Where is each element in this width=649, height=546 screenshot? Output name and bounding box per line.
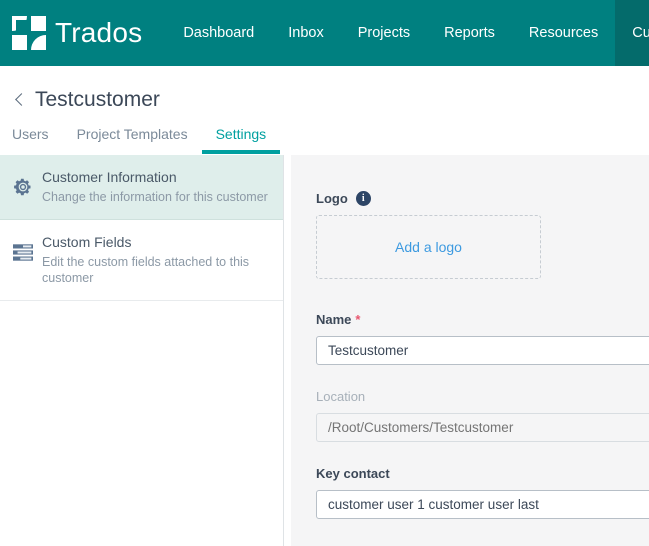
body-area: Customer Information Change the informat…	[0, 155, 649, 546]
info-icon[interactable]: i	[355, 191, 371, 206]
nav-item-projects[interactable]: Projects	[341, 0, 427, 66]
name-label: Name	[316, 312, 352, 327]
location-label: Location	[316, 389, 366, 404]
key-contact-label-row: Key contact	[316, 466, 649, 481]
logo-shape-top-right	[31, 16, 46, 31]
chevron-left-icon[interactable]	[13, 93, 27, 107]
customer-information-form: Logo i Add a logo Name * Location	[291, 155, 649, 546]
logo-shape-top-left	[12, 16, 27, 31]
breadcrumb: Testcustomer	[13, 89, 160, 110]
sidebar-item-title: Custom Fields	[42, 234, 132, 250]
field-logo: Logo i Add a logo	[316, 191, 649, 279]
brand-logo-link[interactable]: Trados	[12, 0, 142, 66]
sidebar-item-text: Customer Information Change the informat…	[38, 169, 273, 205]
tab-users[interactable]: Users	[12, 126, 63, 154]
tab-project-templates[interactable]: Project Templates	[63, 126, 202, 154]
location-label-row: Location	[316, 389, 649, 404]
sidebar-item-custom-fields[interactable]: Custom Fields Edit the custom fields att…	[0, 220, 283, 301]
logo-dropzone[interactable]: Add a logo	[316, 215, 541, 279]
logo-label: Logo	[316, 191, 348, 206]
nav-item-customers[interactable]: Customers	[615, 0, 649, 66]
key-contact-label: Key contact	[316, 466, 390, 481]
nav-item-reports[interactable]: Reports	[427, 0, 512, 66]
top-navigation-bar: Trados Dashboard Inbox Projects Reports …	[0, 0, 649, 66]
key-contact-input[interactable]	[316, 490, 649, 519]
sidebar-item-text: Custom Fields Edit the custom fields att…	[38, 234, 273, 286]
logo-shape-bottom-left	[12, 35, 27, 50]
sidebar-item-title: Customer Information	[42, 169, 177, 185]
field-key-contact: Key contact	[316, 466, 649, 519]
brand-name: Trados	[55, 17, 143, 48]
tab-settings[interactable]: Settings	[201, 126, 281, 154]
settings-sidebar: Customer Information Change the informat…	[0, 155, 284, 546]
top-navigation-items: Dashboard Inbox Projects Reports Resourc…	[166, 0, 649, 66]
page-title: Testcustomer	[35, 88, 160, 111]
page-header: Testcustomer Users Project Templates Set…	[0, 66, 649, 155]
gear-icon	[8, 172, 38, 202]
customer-information-panel: Logo i Add a logo Name * Location	[291, 155, 649, 546]
nav-item-resources[interactable]: Resources	[512, 0, 615, 66]
page-tabs: Users Project Templates Settings	[12, 126, 280, 154]
logo-label-row: Logo i	[316, 191, 649, 206]
sidebar-item-subtitle: Edit the custom fields attached to this …	[42, 255, 250, 285]
logo-shape-top-left-cut	[16, 20, 27, 31]
location-input	[316, 413, 649, 442]
name-label-row: Name *	[316, 312, 649, 327]
nav-item-inbox[interactable]: Inbox	[271, 0, 340, 66]
sidebar-item-customer-information[interactable]: Customer Information Change the informat…	[0, 155, 283, 220]
add-a-logo-link[interactable]: Add a logo	[395, 239, 462, 255]
field-name: Name *	[316, 312, 649, 365]
trados-logo-icon	[12, 16, 46, 50]
field-location: Location	[316, 389, 649, 442]
sidebar-item-subtitle: Change the information for this customer	[42, 190, 268, 204]
required-marker: *	[355, 312, 361, 327]
form-list-icon	[8, 237, 38, 267]
nav-item-dashboard[interactable]: Dashboard	[166, 0, 271, 66]
name-input[interactable]	[316, 336, 649, 365]
logo-shape-bottom-right	[31, 35, 46, 50]
